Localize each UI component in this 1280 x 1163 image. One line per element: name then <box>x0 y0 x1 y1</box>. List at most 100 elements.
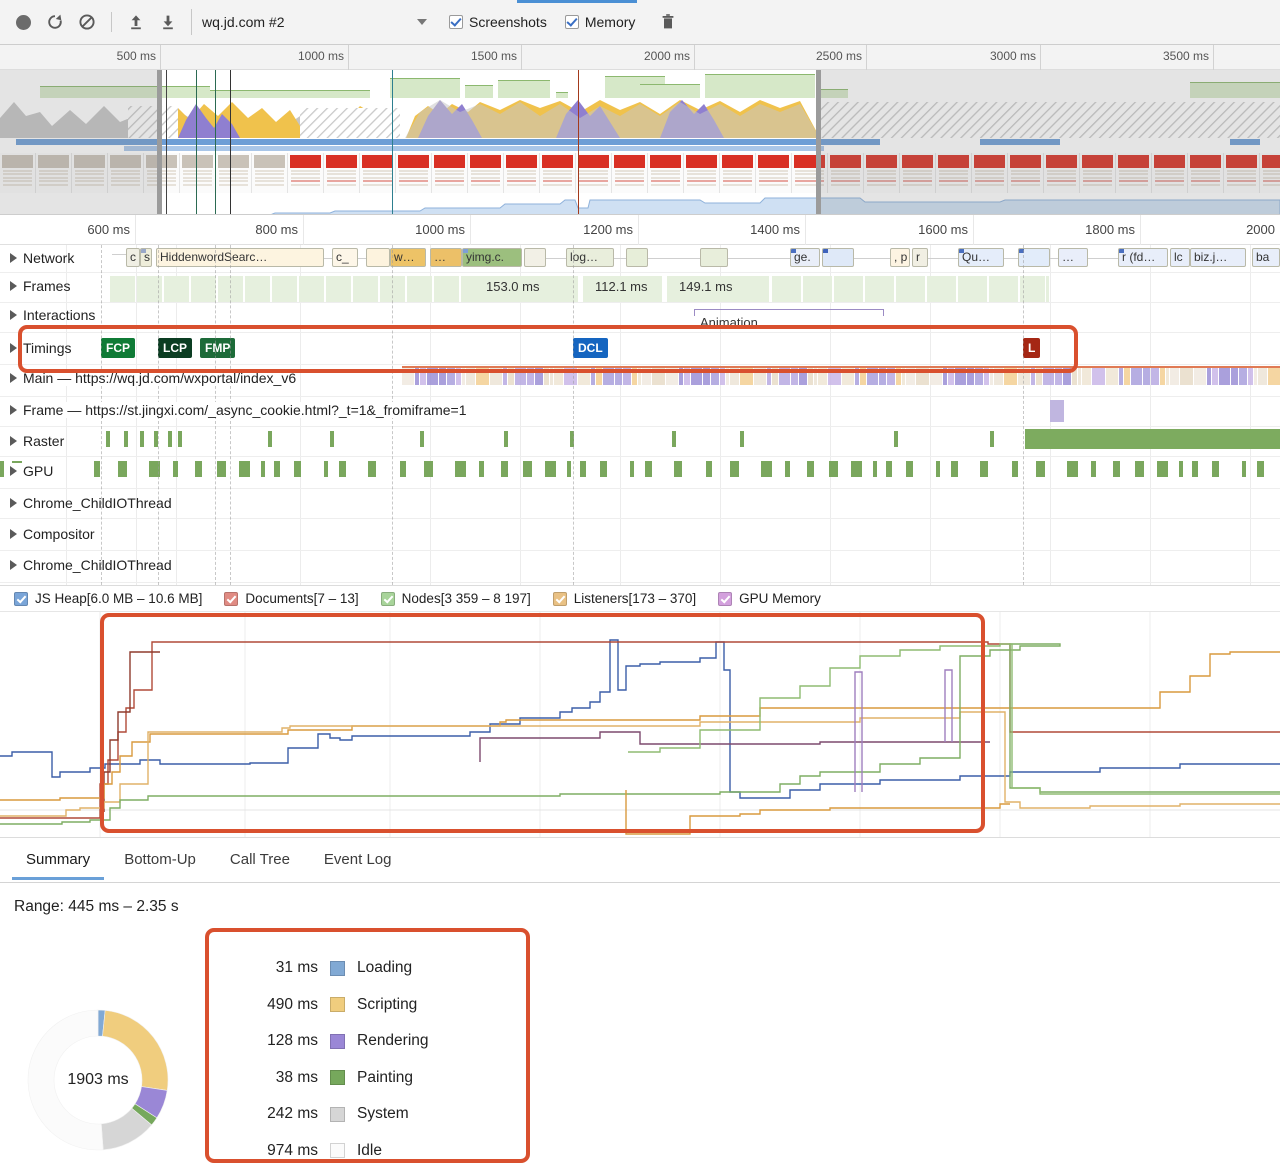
screenshots-checkbox-box[interactable] <box>449 15 463 29</box>
main-flame-bar[interactable] <box>1082 368 1091 385</box>
network-request[interactable]: ba <box>1252 248 1280 267</box>
frame[interactable] <box>272 276 298 302</box>
main-flame-bar[interactable] <box>591 368 595 385</box>
main-flame-bar[interactable] <box>527 368 534 385</box>
activity-legend-row[interactable]: 974 msIdle <box>205 1133 530 1163</box>
memory-counter-js-heap[interactable]: JS Heap[6.0 MB – 10.6 MB] <box>14 591 202 606</box>
memory-counters-legend[interactable]: JS Heap[6.0 MB – 10.6 MB] Documents[7 – 1… <box>0 585 1280 612</box>
gpu-task[interactable] <box>906 461 913 477</box>
network-request[interactable]: biz.j… <box>1190 248 1246 267</box>
gpu-task[interactable] <box>400 461 406 477</box>
network-request[interactable]: yimg.c. <box>462 248 522 267</box>
gpu-task[interactable] <box>455 461 466 477</box>
gpu-task[interactable] <box>567 461 571 477</box>
activity-legend-row[interactable]: 128 msRendering <box>205 1023 530 1060</box>
main-flame-bar[interactable] <box>730 368 739 385</box>
main-flame-bar[interactable] <box>984 368 989 385</box>
memory-counter-gpu-memory[interactable]: GPU Memory <box>718 591 821 606</box>
main-flame-bar[interactable] <box>726 368 729 385</box>
main-flame-bar[interactable] <box>879 368 886 385</box>
chevron-right-icon[interactable] <box>10 498 17 508</box>
gpu-task[interactable] <box>1135 461 1144 477</box>
frame[interactable] <box>245 276 271 302</box>
main-flame-bar[interactable] <box>1231 368 1238 385</box>
raster-task[interactable] <box>420 431 424 447</box>
main-flame-bar[interactable] <box>828 368 841 385</box>
memory-counter-checkbox[interactable] <box>718 592 732 606</box>
main-flame-bar[interactable] <box>779 368 790 385</box>
filmstrip-thumbnail[interactable] <box>720 153 756 193</box>
raster-task[interactable] <box>894 431 898 447</box>
screenshots-checkbox[interactable]: Screenshots <box>449 14 547 30</box>
main-flame-bar[interactable] <box>1031 368 1035 385</box>
details-drawer[interactable]: SummaryBottom-UpCall TreeEvent Log Range… <box>0 838 1280 1163</box>
activity-legend-row[interactable]: 38 msPainting <box>205 1060 530 1097</box>
filmstrip-thumbnail[interactable] <box>684 153 720 193</box>
gpu-task[interactable] <box>1242 461 1246 477</box>
memory-counter-documents[interactable]: Documents[7 – 13] <box>224 591 358 606</box>
frame[interactable] <box>110 276 136 302</box>
main-flame-bar[interactable] <box>1143 368 1150 385</box>
gpu-task[interactable] <box>1113 461 1120 477</box>
filmstrip-thumbnail[interactable] <box>468 153 504 193</box>
main-flame-bar[interactable] <box>402 368 414 385</box>
main-flame-bar[interactable] <box>490 368 502 385</box>
main-flame-bar[interactable] <box>1092 368 1105 385</box>
main-flame-bar[interactable] <box>679 368 683 385</box>
sidebar-track-gpu[interactable]: GPU <box>10 463 58 479</box>
frame[interactable] <box>927 276 957 302</box>
filmstrip-thumbnail[interactable] <box>216 153 252 193</box>
gpu-task[interactable] <box>195 461 202 477</box>
gpu-task[interactable] <box>501 461 508 477</box>
raster-task[interactable] <box>268 431 272 447</box>
chevron-right-icon[interactable] <box>10 436 17 446</box>
main-flame-bar[interactable] <box>684 368 690 385</box>
main-flame-bar[interactable] <box>439 368 446 385</box>
timing-marker-dcl[interactable]: DCL <box>573 338 608 358</box>
gpu-task[interactable] <box>674 461 682 477</box>
filmstrip-thumbnail[interactable] <box>1260 153 1280 193</box>
gpu-task[interactable] <box>424 461 433 477</box>
filmstrip-thumbnail[interactable] <box>864 153 900 193</box>
network-request[interactable] <box>700 248 728 267</box>
raster-task[interactable] <box>140 431 144 447</box>
main-flame-bar[interactable] <box>1268 368 1280 385</box>
chevron-right-icon[interactable] <box>10 466 17 476</box>
filmstrip-thumbnail[interactable] <box>252 153 288 193</box>
overview-body[interactable] <box>0 70 1280 215</box>
main-flame-bar[interactable] <box>1106 368 1118 385</box>
filmstrip-thumbnail[interactable] <box>648 153 684 193</box>
main-flame-bar[interactable] <box>515 368 526 385</box>
chevron-right-icon[interactable] <box>10 281 17 291</box>
gpu-task[interactable] <box>873 461 877 477</box>
filmstrip-thumbnail[interactable] <box>504 153 540 193</box>
filmstrip-thumbnail[interactable] <box>540 153 576 193</box>
gpu-task[interactable] <box>239 461 250 477</box>
main-flame-bar[interactable] <box>916 368 929 385</box>
main-flame-bar[interactable] <box>1258 368 1267 385</box>
filmstrip-thumbnail[interactable] <box>1044 153 1080 193</box>
main-flame-bar[interactable] <box>711 368 719 385</box>
network-request[interactable]: Qu… <box>958 248 1004 267</box>
gpu-task[interactable] <box>951 461 958 477</box>
gpu-task[interactable] <box>339 461 346 477</box>
main-flame-bar[interactable] <box>1248 368 1253 385</box>
chevron-right-icon[interactable] <box>10 343 17 353</box>
main-flame-bar[interactable] <box>456 368 461 385</box>
raster-task[interactable] <box>124 431 128 447</box>
chevron-down-icon[interactable] <box>417 19 427 25</box>
main-flame-bar[interactable] <box>808 368 813 385</box>
network-request[interactable] <box>626 248 648 267</box>
raster-task[interactable] <box>504 431 508 447</box>
frame[interactable] <box>896 276 926 302</box>
network-request[interactable]: … <box>1058 248 1088 267</box>
activity-legend-row[interactable]: 31 msLoading <box>205 950 530 987</box>
sidebar-track-frame[interactable]: Frame — https://st.jingxi.com/_async_coo… <box>10 402 471 418</box>
main-flame-bar[interactable] <box>544 368 549 385</box>
main-flame-bar[interactable] <box>1212 368 1218 385</box>
gpu-task[interactable] <box>94 461 100 477</box>
activity-legend-row[interactable]: 490 msScripting <box>205 987 530 1024</box>
main-flame-bar[interactable] <box>1254 368 1257 385</box>
memory-counter-checkbox[interactable] <box>553 592 567 606</box>
filmstrip-thumbnail[interactable] <box>1008 153 1044 193</box>
